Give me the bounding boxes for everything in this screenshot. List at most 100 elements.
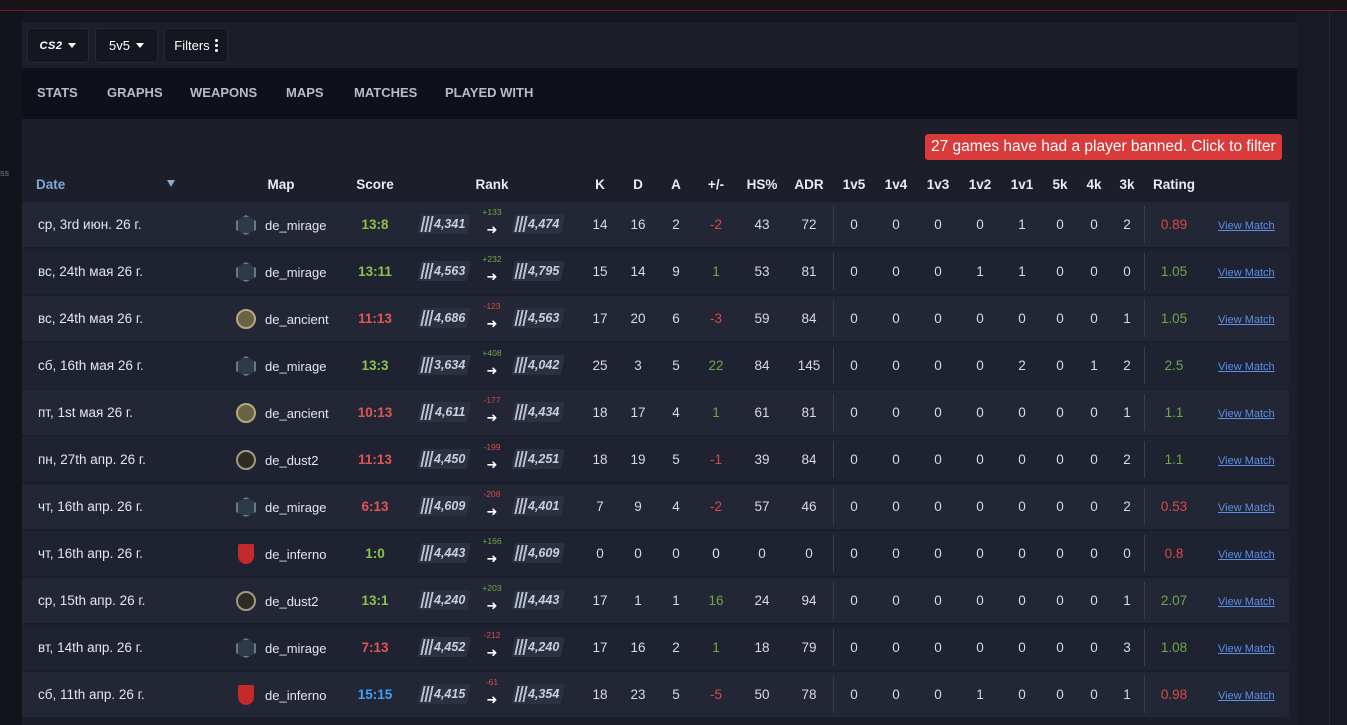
stat-c1v5: 0 xyxy=(850,499,858,514)
rank-before: 4,341 xyxy=(433,217,465,231)
stat-pm: -3 xyxy=(709,311,723,326)
column-1v2[interactable]: 1v2 xyxy=(969,177,992,192)
column-score[interactable]: Score xyxy=(356,177,394,192)
view-match-link[interactable]: View Match xyxy=(1218,690,1275,702)
column-3k[interactable]: 3k xyxy=(1119,177,1134,192)
ancient-icon xyxy=(236,309,256,329)
view-match-link[interactable]: View Match xyxy=(1218,408,1275,420)
tab-weapons[interactable]: WEAPONS xyxy=(190,85,257,100)
filters-button[interactable]: Filters xyxy=(164,28,228,63)
tab-played-with[interactable]: PLAYED WITH xyxy=(445,85,533,100)
stat-k5: 0 xyxy=(1056,358,1064,373)
stat-k3: 1 xyxy=(1123,311,1131,326)
stat-c1v2: 1 xyxy=(976,264,984,279)
rank-change: -61 xyxy=(485,677,499,687)
mirage-icon xyxy=(236,262,256,282)
table-row: вс, 24th мая 26 г. de_ancient 11:13 4,686 -… xyxy=(22,296,1289,341)
column-4k[interactable]: 4k xyxy=(1086,177,1101,192)
column-divider xyxy=(1144,300,1145,337)
stat-hs: 61 xyxy=(754,405,770,420)
map-cell: de_mirage xyxy=(236,638,326,658)
rank-before-badge: 4,609 xyxy=(416,496,472,516)
match-date: вс, 24th мая 26 г. xyxy=(38,311,143,326)
rank-change: +166 xyxy=(482,536,502,546)
stat-c1v1: 0 xyxy=(1018,311,1026,326)
stat-k4: 0 xyxy=(1090,499,1098,514)
column-divider xyxy=(833,488,834,525)
stat-c1v3: 0 xyxy=(934,687,942,702)
column-1v1[interactable]: 1v1 xyxy=(1011,177,1034,192)
view-match-link[interactable]: View Match xyxy=(1218,361,1275,373)
stat-c1v4: 0 xyxy=(892,593,900,608)
sort-desc-icon[interactable] xyxy=(167,180,175,187)
rank-change: +133 xyxy=(482,207,502,217)
column-kills[interactable]: K xyxy=(595,177,605,192)
column-assists[interactable]: A xyxy=(671,177,681,192)
stat-a: 4 xyxy=(672,499,680,514)
map-name: de_mirage xyxy=(265,217,327,233)
column-plus-minus[interactable]: +/- xyxy=(708,177,724,192)
view-match-link[interactable]: View Match xyxy=(1218,643,1275,655)
stat-rating: 0.8 xyxy=(1164,546,1184,561)
stat-k: 17 xyxy=(592,640,608,655)
tab-maps[interactable]: MAPS xyxy=(286,85,324,100)
column-divider xyxy=(1144,582,1145,619)
table-row: сб, 16th мая 26 г. de_mirage 13:3 3,634 +40… xyxy=(22,343,1289,388)
stat-c1v3: 0 xyxy=(934,405,942,420)
stat-c1v1: 0 xyxy=(1018,546,1026,561)
column-rating[interactable]: Rating xyxy=(1153,177,1195,192)
banned-filter-banner[interactable]: 27 games have had a player banned. Click… xyxy=(925,134,1282,160)
stat-c1v4: 0 xyxy=(892,640,900,655)
column-divider xyxy=(833,300,834,337)
stat-k3: 2 xyxy=(1123,499,1131,514)
column-divider xyxy=(833,394,834,431)
stat-hs: 24 xyxy=(754,593,770,608)
column-1v3[interactable]: 1v3 xyxy=(927,177,950,192)
stat-rating: 2.5 xyxy=(1164,358,1184,373)
view-match-link[interactable]: View Match xyxy=(1218,549,1275,561)
stat-c1v3: 0 xyxy=(934,499,942,514)
column-divider xyxy=(1144,676,1145,713)
tab-graphs[interactable]: GRAPHS xyxy=(107,85,163,100)
column-1v5[interactable]: 1v5 xyxy=(843,177,866,192)
column-hs[interactable]: HS% xyxy=(747,177,778,192)
map-cell: de_inferno xyxy=(236,685,326,705)
column-deaths[interactable]: D xyxy=(633,177,643,192)
stat-k4: 0 xyxy=(1090,405,1098,420)
game-select-button[interactable]: CS2 xyxy=(27,28,89,63)
stat-k5: 0 xyxy=(1056,593,1064,608)
stat-a: 5 xyxy=(672,358,680,373)
match-date: вс, 24th мая 26 г. xyxy=(38,264,143,279)
tab-stats[interactable]: STATS xyxy=(37,85,78,100)
view-match-link[interactable]: View Match xyxy=(1218,596,1275,608)
column-map[interactable]: Map xyxy=(268,177,295,192)
map-cell: de_mirage xyxy=(236,356,326,376)
column-adr[interactable]: ADR xyxy=(794,177,823,192)
tab-matches[interactable]: MATCHES xyxy=(354,85,417,100)
stat-c1v3: 0 xyxy=(934,264,942,279)
stat-k3: 2 xyxy=(1123,452,1131,467)
map-cell: de_ancient xyxy=(236,403,329,423)
column-rank[interactable]: Rank xyxy=(475,177,508,192)
view-match-link[interactable]: View Match xyxy=(1218,220,1275,232)
stat-c1v2: 0 xyxy=(976,640,984,655)
column-divider xyxy=(833,253,834,290)
dust2-icon xyxy=(236,591,256,611)
column-date[interactable]: Date xyxy=(36,177,65,192)
stat-pm: -1 xyxy=(709,452,723,467)
stat-d: 19 xyxy=(630,452,646,467)
column-5k[interactable]: 5k xyxy=(1052,177,1067,192)
column-1v4[interactable]: 1v4 xyxy=(885,177,908,192)
view-match-link[interactable]: View Match xyxy=(1218,502,1275,514)
stat-d: 23 xyxy=(630,687,646,702)
stat-c1v1: 1 xyxy=(1018,264,1026,279)
rank-change: -212 xyxy=(483,630,501,640)
view-match-link[interactable]: View Match xyxy=(1218,455,1275,467)
stat-k5: 0 xyxy=(1056,405,1064,420)
stat-adr: 0 xyxy=(805,546,813,561)
view-match-link[interactable]: View Match xyxy=(1218,267,1275,279)
view-match-link[interactable]: View Match xyxy=(1218,314,1275,326)
mode-select-button[interactable]: 5v5 xyxy=(95,28,158,63)
rank-change: +232 xyxy=(482,254,502,264)
stat-c1v1: 0 xyxy=(1018,687,1026,702)
